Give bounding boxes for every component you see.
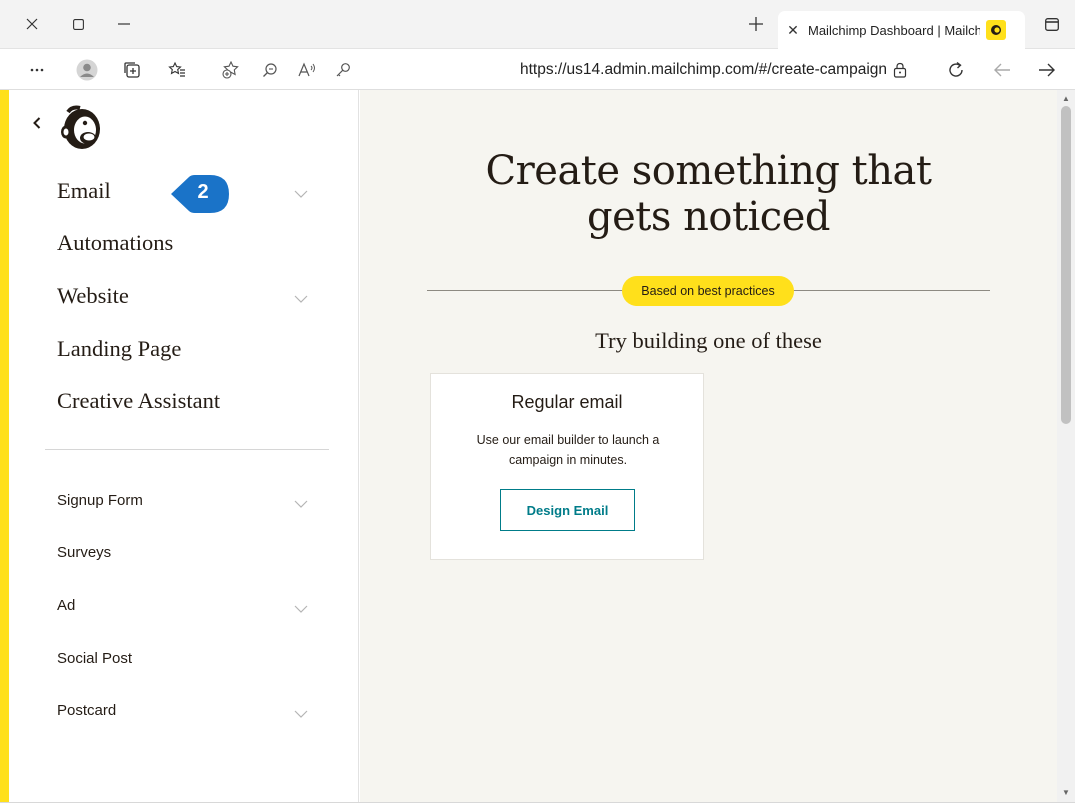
sidebar-item-label: Email (57, 178, 111, 203)
lock-icon[interactable] (887, 57, 913, 83)
forward-arrow-icon[interactable] (1034, 57, 1060, 83)
favorites-icon[interactable] (164, 57, 190, 83)
refresh-icon[interactable] (943, 57, 969, 83)
mailchimp-logo[interactable] (58, 102, 106, 152)
sidebar-item-label: Creative Assistant (57, 388, 221, 413)
accent-edge (0, 90, 9, 802)
restore-window-icon[interactable] (66, 12, 90, 36)
sidebar-item-label: Ad (57, 597, 76, 614)
browser-toolbar: https://us14.admin.mailchimp.com/#/creat… (0, 49, 1075, 90)
sidebar-item-label: Social Post (57, 650, 133, 667)
regular-email-card[interactable]: Regular email Use our email builder to l… (430, 373, 704, 560)
collections-icon[interactable] (119, 57, 145, 83)
scroll-thumb[interactable] (1061, 106, 1071, 424)
card-title: Regular email (511, 392, 623, 412)
page-title-line-2: gets noticed (587, 194, 830, 240)
section-subheading: Try building one of these (595, 328, 822, 353)
sidebar-item-landing-page[interactable]: Landing Page (57, 336, 181, 362)
add-favorite-icon[interactable] (218, 57, 244, 83)
sidebar-item-label: Signup Form (57, 492, 143, 509)
sidebar-item-website[interactable]: Website (57, 283, 129, 309)
sidebar-item-postcard[interactable]: Postcard (57, 702, 116, 719)
sidebar-item-automations[interactable]: Automations (57, 230, 173, 256)
sidebar-item-social-post[interactable]: Social Post (57, 650, 132, 667)
best-practices-badge: Based on best practices (622, 276, 794, 306)
sidebar-item-label: Landing Page (57, 336, 182, 361)
more-icon[interactable] (24, 57, 50, 83)
sidebar-item-email[interactable]: Email (57, 178, 111, 204)
sidebar-item-label: Surveys (57, 544, 112, 561)
step-marker-number: 2 (197, 181, 209, 203)
page-scrollbar[interactable]: ▲ ▼ (1057, 90, 1075, 802)
close-window-icon[interactable] (20, 12, 44, 36)
mailchimp-favicon (986, 20, 1006, 40)
profile-icon[interactable] (74, 57, 100, 83)
new-tab-icon[interactable] (744, 12, 768, 36)
back-arrow-icon[interactable] (989, 57, 1015, 83)
chevron-down-icon[interactable] (294, 706, 308, 718)
tab-close-icon[interactable]: ✕ (778, 22, 808, 39)
sidebar-divider (45, 449, 329, 450)
page-title: Create something that gets noticed (360, 148, 1057, 240)
page-viewport: Email Automations Website Landing Page C… (0, 90, 1075, 810)
sidebar-item-surveys[interactable]: Surveys (57, 544, 111, 561)
key-icon[interactable] (330, 57, 356, 83)
scroll-up-icon[interactable]: ▲ (1062, 94, 1070, 103)
sidebar-item-creative-assistant[interactable]: Creative Assistant (57, 388, 220, 414)
browser-titlebar: ✕ Mailchimp Dashboard | Mailchimp (0, 0, 1075, 49)
page-title-line-1: Create something that (485, 148, 932, 194)
design-email-button[interactable]: Design Email (500, 489, 635, 531)
sidebar-item-ad[interactable]: Ad (57, 597, 75, 614)
sidebar-item-label: Website (57, 283, 129, 308)
scroll-down-icon[interactable]: ▼ (1062, 788, 1070, 797)
minimize-window-icon[interactable] (112, 12, 136, 36)
card-description: Use our email builder to launch a campai… (476, 433, 660, 467)
main-content: Create something that gets noticed Based… (360, 90, 1057, 802)
chevron-down-icon[interactable] (294, 601, 308, 613)
chevron-down-icon[interactable] (294, 291, 308, 303)
chevron-down-icon[interactable] (294, 186, 308, 198)
read-aloud-icon[interactable] (294, 57, 320, 83)
zoom-icon[interactable] (257, 57, 283, 83)
sidebar-item-label: Automations (57, 230, 174, 255)
sidebar: Email Automations Website Landing Page C… (9, 90, 359, 802)
chevron-down-icon[interactable] (294, 496, 308, 508)
tab-actions-icon[interactable] (1040, 12, 1064, 36)
back-chevron-icon[interactable] (33, 116, 41, 134)
bottom-edge (0, 802, 1075, 810)
active-tab[interactable]: ✕ Mailchimp Dashboard | Mailchimp (778, 11, 1025, 49)
sidebar-item-signup-form[interactable]: Signup Form (57, 492, 143, 509)
address-bar[interactable]: https://us14.admin.mailchimp.com/#/creat… (520, 61, 887, 79)
sidebar-item-label: Postcard (57, 702, 117, 719)
tab-title: Mailchimp Dashboard | Mailchimp (808, 22, 980, 38)
